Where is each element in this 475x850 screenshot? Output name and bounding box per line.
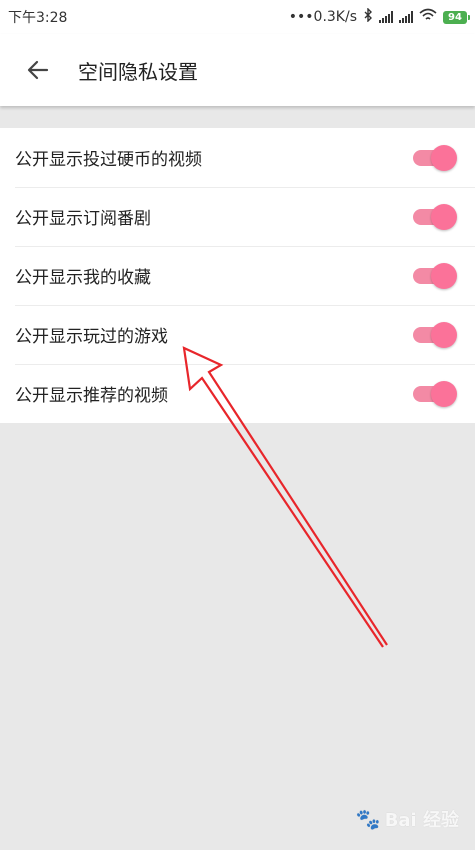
status-time: 下午3:28 bbox=[8, 10, 68, 26]
app-bar: 空间隐私设置 bbox=[0, 34, 475, 106]
setting-label: 公开显示投过硬币的视频 bbox=[15, 150, 202, 170]
bluetooth-icon bbox=[363, 7, 373, 26]
toggle-switch-on[interactable] bbox=[413, 143, 457, 173]
back-button[interactable] bbox=[20, 52, 56, 88]
battery-icon: 94 bbox=[443, 10, 470, 24]
settings-list: 公开显示投过硬币的视频 公开显示订阅番剧 公开显示我的收藏 公开显示玩过的游戏 … bbox=[0, 128, 475, 423]
setting-label: 公开显示订阅番剧 bbox=[15, 209, 151, 229]
toggle-switch-on[interactable] bbox=[413, 202, 457, 232]
setting-row-recommended-videos[interactable]: 公开显示推荐的视频 bbox=[0, 364, 475, 423]
setting-row-coin-videos[interactable]: 公开显示投过硬币的视频 bbox=[0, 128, 475, 187]
status-bar: 下午3:28 •••0.3K/s 94 bbox=[0, 0, 475, 34]
toggle-switch-on[interactable] bbox=[413, 261, 457, 291]
setting-label: 公开显示我的收藏 bbox=[15, 268, 151, 288]
arrow-left-icon bbox=[27, 60, 49, 80]
signal-icon-2 bbox=[399, 11, 413, 23]
setting-row-subscribed-bangumi[interactable]: 公开显示订阅番剧 bbox=[0, 187, 475, 246]
toggle-switch-on[interactable] bbox=[413, 379, 457, 409]
status-icons: •••0.3K/s 94 bbox=[288, 7, 470, 26]
watermark-text: Bai 经验 bbox=[384, 810, 459, 831]
paw-logo-icon: 🐾 bbox=[355, 807, 381, 831]
wifi-icon bbox=[419, 8, 437, 26]
setting-label: 公开显示玩过的游戏 bbox=[15, 327, 168, 347]
setting-label: 公开显示推荐的视频 bbox=[15, 386, 168, 406]
network-speed: •••0.3K/s bbox=[288, 9, 357, 25]
watermark: 🐾 Bai 经验 bbox=[356, 806, 459, 832]
signal-icon bbox=[379, 11, 393, 23]
toggle-switch-on[interactable] bbox=[413, 320, 457, 350]
setting-row-favorites[interactable]: 公开显示我的收藏 bbox=[0, 246, 475, 305]
setting-row-played-games[interactable]: 公开显示玩过的游戏 bbox=[0, 305, 475, 364]
page-title: 空间隐私设置 bbox=[78, 59, 198, 84]
